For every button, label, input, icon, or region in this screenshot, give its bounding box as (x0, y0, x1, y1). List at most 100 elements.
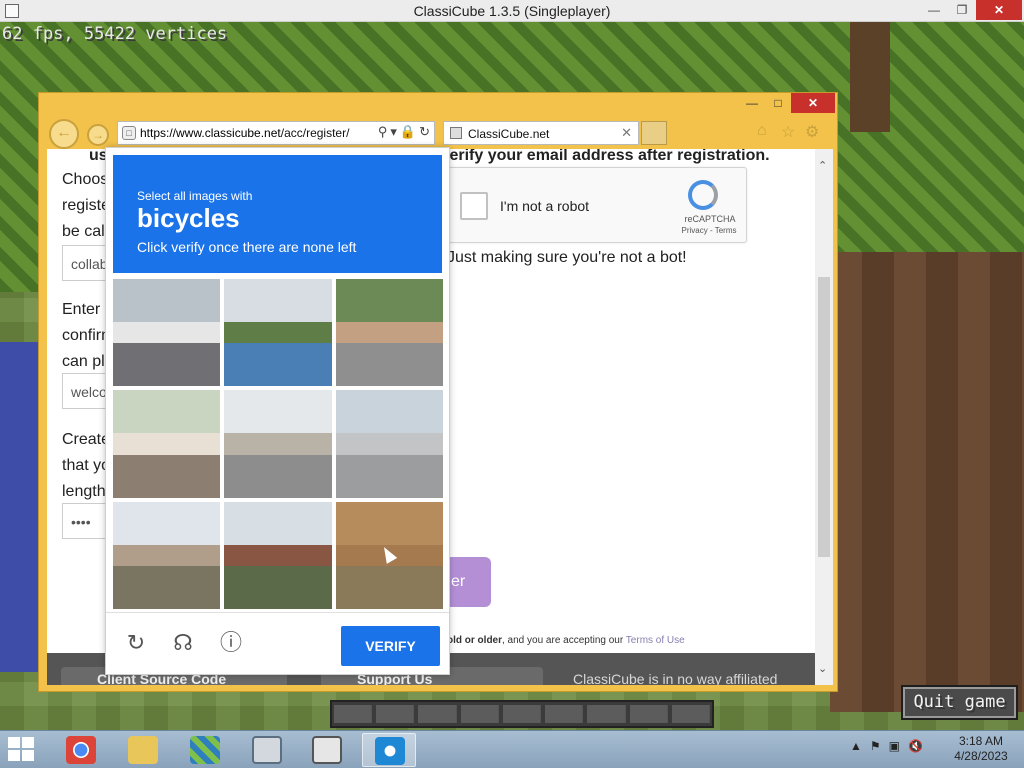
hotbar-slot[interactable] (587, 705, 626, 723)
captcha-tile-3[interactable] (335, 279, 443, 387)
register-button[interactable]: er (447, 557, 491, 607)
hotbar-slot[interactable] (418, 705, 457, 723)
clock-date: 4/28/2023 (954, 749, 1008, 763)
scroll-up-icon[interactable]: ⌃ (818, 159, 827, 172)
show-hidden-icons-icon[interactable]: ▲ (850, 739, 862, 753)
terms-of-use-link[interactable]: Terms of Use (626, 635, 685, 646)
captcha-tile-4[interactable] (113, 390, 221, 498)
back-icon[interactable]: ← (49, 119, 79, 149)
chrome-icon[interactable] (54, 733, 108, 767)
network-icon[interactable]: ▣ (889, 739, 900, 753)
tile-sky (113, 279, 221, 322)
dropdown-icon[interactable]: ▾ (390, 124, 397, 140)
captcha-instruction: Select all images with (137, 189, 253, 203)
browser-maximize-button[interactable]: □ (765, 93, 791, 113)
tile-ground (335, 566, 443, 609)
tab-close-icon[interactable]: ✕ (621, 125, 632, 141)
hotbar-slot[interactable] (545, 705, 584, 723)
tile-ground (224, 343, 332, 387)
tab-favicon (450, 127, 462, 139)
tile-ground (113, 566, 221, 609)
captcha-tile-1[interactable] (113, 279, 221, 387)
tile-sky (224, 390, 332, 434)
tile-ground (113, 454, 221, 498)
windows-logo-pane (8, 750, 20, 761)
captcha-challenge: Select all images with bicycles Click ve… (105, 147, 450, 675)
tile-ground (335, 454, 443, 498)
chrome-glyph (66, 736, 96, 764)
hotbar-slot[interactable] (376, 705, 415, 723)
taskbar: ▲ ⚑ ▣ 🔇 3:18 AM 4/28/2023 (0, 730, 1024, 768)
captcha-tile-7[interactable] (113, 501, 221, 609)
tab-classicube[interactable]: ClassiCube.net ✕ (443, 121, 639, 145)
windows-logo-pane (22, 750, 34, 761)
home-icon[interactable]: ⌂ (757, 122, 767, 140)
start-button[interactable] (8, 737, 36, 763)
tile-sky (224, 279, 332, 322)
lock-icon[interactable]: 🔒 (400, 124, 416, 140)
tile-sky (335, 501, 443, 545)
captcha-tile-5[interactable] (224, 390, 332, 498)
dirt-block-area (830, 252, 1024, 712)
page-scrollbar[interactable]: ⌃ ⌄ (815, 149, 833, 685)
tile-ground (335, 343, 443, 387)
browser-minimize-button[interactable]: — (739, 93, 765, 113)
captcha-tile-2[interactable] (224, 279, 332, 387)
star-icon[interactable]: ☆ (781, 122, 795, 142)
captcha-target-word: bicycles (137, 203, 240, 233)
not-robot-checkbox[interactable] (460, 192, 488, 220)
hotbar-slot[interactable] (671, 705, 710, 723)
tab-title: ClassiCube.net (468, 127, 550, 141)
minimize-button[interactable]: — (920, 0, 948, 20)
folder-glyph (128, 736, 158, 764)
new-tab-button[interactable] (641, 121, 667, 145)
not-robot-label: I'm not a robot (500, 198, 590, 214)
file-explorer-icon[interactable] (116, 733, 170, 767)
info-icon[interactable]: ⓘ (217, 629, 245, 657)
tile-sky (224, 501, 332, 545)
captcha-subinstruction: Click verify once there are none left (137, 239, 357, 255)
system-tray: ▲ ⚑ ▣ 🔇 (850, 739, 923, 753)
scrollbar-thumb[interactable] (818, 277, 830, 557)
flag-icon[interactable]: ⚑ (870, 739, 881, 753)
tile-ground (224, 454, 332, 498)
recaptcha-privacy-terms[interactable]: Privacy - Terms (674, 226, 744, 235)
headphones-icon[interactable]: ☊ (169, 629, 197, 657)
cube-glyph (312, 736, 342, 764)
monitor-glyph (252, 736, 282, 764)
verify-button[interactable]: VERIFY (341, 626, 440, 666)
fps-counter: 62 fps, 55422 vertices (2, 24, 228, 44)
browser-window-controls: — □ ✕ (739, 93, 835, 113)
clock[interactable]: 3:18 AM 4/28/2023 (942, 734, 1020, 764)
volume-muted-icon[interactable]: 🔇 (908, 739, 923, 753)
classicube-icon[interactable] (300, 733, 354, 767)
gear-icon[interactable]: ⚙ (805, 122, 819, 142)
hotbar[interactable] (330, 700, 714, 728)
hotbar-slot[interactable] (629, 705, 668, 723)
hotbar-slot[interactable] (334, 705, 373, 723)
captcha-tile-6[interactable] (335, 390, 443, 498)
ie-glyph (375, 737, 405, 765)
windows-logo-pane (8, 737, 20, 748)
maximize-button[interactable]: ❐ (948, 0, 976, 20)
hotbar-slot[interactable] (460, 705, 499, 723)
quit-game-button[interactable]: Quit game (901, 685, 1018, 720)
classicube-launcher-icon[interactable] (178, 733, 232, 767)
refresh-icon[interactable]: ↻ (419, 124, 430, 140)
forward-icon[interactable]: → (87, 124, 109, 146)
close-window-button[interactable]: ✕ (976, 0, 1022, 20)
window-title: ClassiCube 1.3.5 (Singleplayer) (413, 3, 611, 19)
internet-explorer-icon[interactable] (362, 733, 416, 767)
search-icon[interactable]: ⚲ (378, 124, 388, 140)
monitor-icon[interactable] (240, 733, 294, 767)
recaptcha-logo-icon (688, 180, 718, 210)
browser-close-button[interactable]: ✕ (791, 93, 835, 113)
captcha-tile-8[interactable] (224, 501, 332, 609)
address-bar[interactable]: □ https://www.classicube.net/acc/registe… (117, 121, 435, 145)
reload-icon[interactable]: ↻ (122, 629, 150, 657)
browser-navbar: ← → □ https://www.classicube.net/acc/reg… (45, 119, 831, 149)
scroll-down-icon[interactable]: ⌄ (818, 662, 827, 675)
url-text[interactable]: https://www.classicube.net/acc/register/ (140, 126, 360, 140)
hotbar-slot[interactable] (502, 705, 542, 723)
tree-trunk (850, 22, 890, 132)
